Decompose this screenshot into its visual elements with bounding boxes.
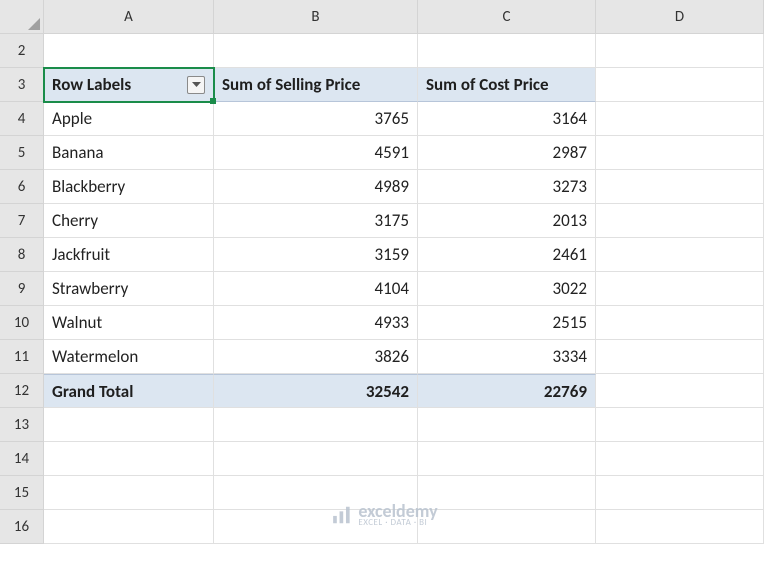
- filter-dropdown-button[interactable]: [187, 76, 205, 94]
- pivot-value-cost[interactable]: 2515: [418, 306, 596, 340]
- cell[interactable]: [596, 272, 764, 306]
- pivot-row-label[interactable]: Apple: [44, 102, 214, 136]
- cell[interactable]: [596, 68, 764, 102]
- pivot-value-cost[interactable]: 2013: [418, 204, 596, 238]
- cell[interactable]: [44, 476, 214, 510]
- cell[interactable]: [214, 408, 418, 442]
- cell[interactable]: [596, 136, 764, 170]
- pivot-grand-total-cost[interactable]: 22769: [418, 374, 596, 408]
- pivot-value-cost[interactable]: 3334: [418, 340, 596, 374]
- cell[interactable]: [44, 408, 214, 442]
- pivot-col-header-selling[interactable]: Sum of Selling Price: [214, 68, 418, 102]
- pivot-value-selling[interactable]: 4104: [214, 272, 418, 306]
- pivot-row-label[interactable]: Blackberry: [44, 170, 214, 204]
- cell[interactable]: [596, 510, 764, 544]
- cell[interactable]: [214, 34, 418, 68]
- pivot-value-cost[interactable]: 3273: [418, 170, 596, 204]
- pivot-row-label[interactable]: Cherry: [44, 204, 214, 238]
- cell[interactable]: [596, 374, 764, 408]
- cell[interactable]: [596, 306, 764, 340]
- pivot-row-label[interactable]: Watermelon: [44, 340, 214, 374]
- cell[interactable]: [596, 476, 764, 510]
- cell[interactable]: [214, 476, 418, 510]
- row-header[interactable]: 6: [0, 170, 44, 204]
- cell[interactable]: [418, 442, 596, 476]
- cell[interactable]: [596, 340, 764, 374]
- cell[interactable]: [596, 34, 764, 68]
- row-header[interactable]: 10: [0, 306, 44, 340]
- pivot-row-label[interactable]: Strawberry: [44, 272, 214, 306]
- select-all-corner[interactable]: [0, 0, 44, 34]
- chevron-down-icon: [192, 82, 201, 88]
- row-header[interactable]: 15: [0, 476, 44, 510]
- pivot-value-cost[interactable]: 3022: [418, 272, 596, 306]
- pivot-value-cost[interactable]: 2987: [418, 136, 596, 170]
- row-header[interactable]: 5: [0, 136, 44, 170]
- pivot-value-selling[interactable]: 3826: [214, 340, 418, 374]
- cell[interactable]: [44, 34, 214, 68]
- pivot-row-label[interactable]: Banana: [44, 136, 214, 170]
- pivot-value-selling[interactable]: 4989: [214, 170, 418, 204]
- cell[interactable]: [214, 442, 418, 476]
- cell[interactable]: [214, 510, 418, 544]
- pivot-value-cost[interactable]: 3164: [418, 102, 596, 136]
- row-header[interactable]: 8: [0, 238, 44, 272]
- row-header[interactable]: 3: [0, 68, 44, 102]
- spreadsheet-grid: A B C D 2 3 Row Labels Sum of Selling Pr…: [0, 0, 768, 544]
- pivot-value-cost[interactable]: 2461: [418, 238, 596, 272]
- pivot-row-labels-text: Row Labels: [52, 74, 131, 95]
- row-header[interactable]: 14: [0, 442, 44, 476]
- col-header-C[interactable]: C: [418, 0, 596, 34]
- col-header-D[interactable]: D: [596, 0, 764, 34]
- row-header[interactable]: 9: [0, 272, 44, 306]
- cell[interactable]: [596, 170, 764, 204]
- pivot-row-label[interactable]: Jackfruit: [44, 238, 214, 272]
- cell[interactable]: [596, 204, 764, 238]
- row-header[interactable]: 13: [0, 408, 44, 442]
- cell[interactable]: [596, 238, 764, 272]
- col-header-B[interactable]: B: [214, 0, 418, 34]
- cell[interactable]: [418, 476, 596, 510]
- cell[interactable]: [44, 442, 214, 476]
- pivot-value-selling[interactable]: 4591: [214, 136, 418, 170]
- row-header[interactable]: 11: [0, 340, 44, 374]
- cell[interactable]: [418, 510, 596, 544]
- cell[interactable]: [596, 442, 764, 476]
- pivot-value-selling[interactable]: 4933: [214, 306, 418, 340]
- pivot-col-header-cost[interactable]: Sum of Cost Price: [418, 68, 596, 102]
- row-header[interactable]: 16: [0, 510, 44, 544]
- pivot-grand-total-label[interactable]: Grand Total: [44, 374, 214, 408]
- pivot-value-selling[interactable]: 3159: [214, 238, 418, 272]
- pivot-grand-total-selling[interactable]: 32542: [214, 374, 418, 408]
- cell[interactable]: [418, 34, 596, 68]
- pivot-value-selling[interactable]: 3765: [214, 102, 418, 136]
- row-header[interactable]: 2: [0, 34, 44, 68]
- pivot-value-selling[interactable]: 3175: [214, 204, 418, 238]
- pivot-row-label[interactable]: Walnut: [44, 306, 214, 340]
- pivot-row-labels-header[interactable]: Row Labels: [44, 68, 214, 102]
- row-header[interactable]: 4: [0, 102, 44, 136]
- col-header-A[interactable]: A: [44, 0, 214, 34]
- cell[interactable]: [596, 408, 764, 442]
- cell[interactable]: [596, 102, 764, 136]
- row-header[interactable]: 12: [0, 374, 44, 408]
- cell[interactable]: [418, 408, 596, 442]
- cell[interactable]: [44, 510, 214, 544]
- row-header[interactable]: 7: [0, 204, 44, 238]
